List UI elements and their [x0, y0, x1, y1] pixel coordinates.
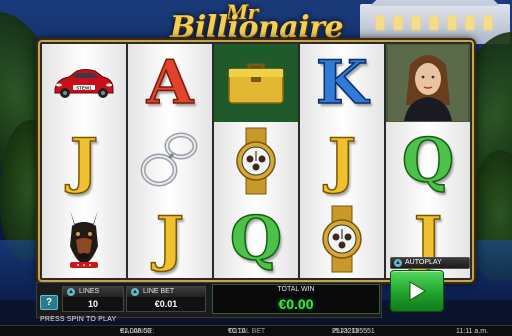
chevron-up-icon[interactable]: ▲ — [67, 288, 75, 296]
symbol-handcuffs — [128, 122, 212, 200]
symbol-k: K — [315, 48, 369, 118]
spin-button[interactable] — [390, 270, 444, 312]
lines-value: 10 — [87, 299, 98, 309]
mansion-illustration — [360, 4, 510, 44]
reels: STEW1 J A J Q K J Q J — [42, 44, 470, 278]
play-id-value: 25132185551 — [332, 328, 375, 335]
total-win-display: TOTAL WIN €0.00 — [212, 284, 380, 314]
chevron-up-icon: ▲ — [394, 259, 402, 267]
symbol-red-sports-car: STEW1 — [42, 44, 126, 122]
woman-portrait-icon — [388, 45, 468, 121]
symbol-gold-watch — [214, 122, 298, 200]
line-bet-selector[interactable]: ▲ LINE BET €0.01 — [126, 286, 206, 312]
reel-1: STEW1 J — [42, 44, 126, 278]
help-button[interactable]: ? — [40, 295, 58, 310]
lines-label: LINES — [79, 288, 100, 295]
gold-watch-icon — [322, 205, 362, 273]
line-bet-value: €0.01 — [154, 299, 178, 309]
status-bar: BALANCE: €1,008.50 TOTAL BET €0.10 PLAY … — [0, 325, 512, 336]
reel-2: A J — [128, 44, 212, 278]
symbol-j: J — [327, 126, 357, 196]
briefcase-icon — [228, 63, 284, 104]
autoplay-button[interactable]: ▲ AUTOPLAY — [390, 257, 470, 269]
press-spin-hint: PRESS SPIN TO PLAY — [40, 316, 117, 323]
symbol-q: Q — [229, 204, 283, 274]
lines-selector[interactable]: ▲ LINES 10 — [62, 286, 124, 312]
game-logo: Mr Billionaire — [140, 0, 372, 45]
symbol-doberman — [42, 200, 126, 278]
clock: 11:11 a.m. — [456, 328, 489, 335]
chevron-up-icon[interactable]: ▲ — [131, 288, 139, 296]
doberman-icon — [70, 210, 98, 268]
symbol-gold-watch — [300, 200, 384, 278]
total-win-label: TOTAL WIN — [277, 286, 315, 293]
balance-value: €1,008.50 — [120, 328, 152, 335]
symbol-q: Q — [401, 126, 455, 196]
symbol-a: A — [146, 48, 194, 118]
gold-watch-icon — [236, 127, 276, 195]
svg-text:STEW1: STEW1 — [76, 85, 92, 90]
symbol-woman-portrait — [386, 44, 470, 122]
total-bet-value: €0.10 — [228, 328, 246, 335]
symbol-j: J — [155, 204, 185, 274]
reel-3: Q — [214, 44, 298, 278]
handcuffs-icon — [140, 132, 198, 187]
line-bet-label: LINE BET — [143, 288, 175, 295]
symbol-briefcase — [214, 44, 298, 122]
play-icon — [409, 281, 426, 301]
sports-car-icon: STEW1 — [54, 69, 114, 98]
symbol-j: J — [69, 126, 99, 196]
reel-4: K J — [300, 44, 384, 278]
reel-5: Q J — [386, 44, 470, 278]
reel-frame: STEW1 J A J Q K J Q J — [38, 40, 474, 282]
autoplay-label: AUTOPLAY — [405, 259, 442, 266]
total-win-value: €0.00 — [278, 296, 314, 312]
